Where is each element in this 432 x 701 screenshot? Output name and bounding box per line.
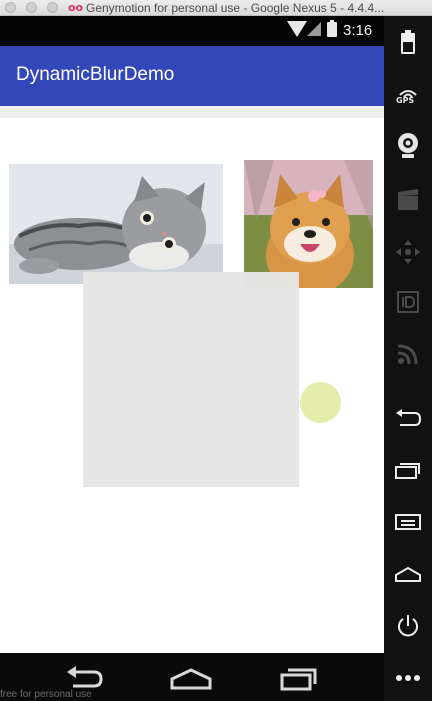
home-icon <box>170 668 212 690</box>
gps-button[interactable] <box>384 74 432 114</box>
status-time: 3:16 <box>343 22 373 39</box>
app-title: DynamicBlurDemo <box>16 64 175 85</box>
signal-icon <box>307 22 321 36</box>
sidebar-home-button[interactable] <box>384 554 432 594</box>
gps-label: GPS <box>396 96 415 105</box>
power-icon <box>398 615 418 637</box>
back-icon <box>67 666 103 688</box>
window-titlebar: oo Genymotion for personal use - Google … <box>0 0 432 16</box>
wifi-icon <box>287 21 307 37</box>
dog-illustration <box>244 160 373 288</box>
close-window-button[interactable] <box>5 2 16 13</box>
recent-apps-icon <box>395 463 420 479</box>
network-button[interactable] <box>384 334 432 374</box>
nav-back-button[interactable] <box>64 665 104 691</box>
watermark-text: free for personal use <box>0 689 92 700</box>
nav-recent-apps-button[interactable] <box>280 667 318 691</box>
drag-handle-dot[interactable] <box>300 382 341 423</box>
dpad-icon <box>396 240 420 264</box>
nav-home-button[interactable] <box>170 668 212 690</box>
minimize-window-button[interactable] <box>26 2 37 13</box>
screencast-button[interactable] <box>384 180 432 220</box>
sidebar-more-button[interactable] <box>384 658 432 698</box>
battery-icon <box>401 30 415 54</box>
back-icon <box>396 409 422 426</box>
dpad-button[interactable] <box>384 232 432 272</box>
sidebar-recent-apps-button[interactable] <box>384 450 432 490</box>
device-id-button[interactable] <box>384 282 432 322</box>
battery-status-icon <box>327 20 337 37</box>
battery-button[interactable] <box>384 22 432 62</box>
sidebar-back-button[interactable] <box>384 398 432 438</box>
toolbar-shadow <box>0 106 384 118</box>
sidebar-power-button[interactable] <box>384 606 432 646</box>
zoom-window-button[interactable] <box>47 2 58 13</box>
webcam-button[interactable] <box>384 126 432 166</box>
clapper-icon <box>398 189 418 210</box>
sidebar-menu-button[interactable] <box>384 502 432 542</box>
emulator-window: oo Genymotion for personal use - Google … <box>0 0 432 701</box>
rss-icon <box>397 344 418 365</box>
more-icon <box>396 675 420 681</box>
window-title: Genymotion for personal use - Google Nex… <box>86 1 385 15</box>
webcam-icon <box>398 133 418 158</box>
genymotion-logo-icon: oo <box>68 1 84 14</box>
dog-photo <box>244 160 373 288</box>
cat-photo <box>9 164 223 284</box>
menu-icon <box>395 514 421 530</box>
id-icon <box>397 291 419 313</box>
blur-overlay-panel[interactable] <box>83 272 299 487</box>
home-icon <box>395 566 421 582</box>
recent-apps-icon <box>280 668 317 691</box>
cat-illustration <box>9 164 223 284</box>
